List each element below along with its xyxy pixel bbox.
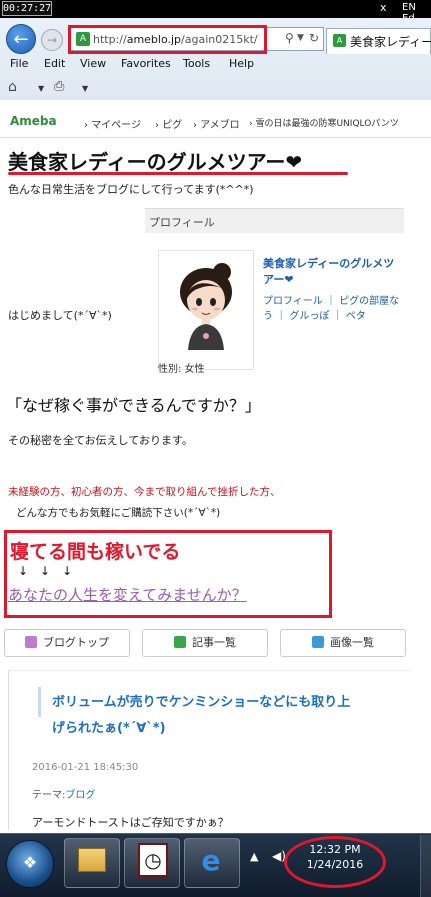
folder-icon <box>78 848 106 872</box>
back-arrow-icon[interactable]: ← <box>6 24 36 54</box>
pages-icon <box>174 636 186 648</box>
print-icon[interactable]: ⎙ <box>54 80 72 94</box>
print-dropdown-icon[interactable]: ▼ <box>82 84 88 93</box>
invite-text: どんな方でもお気軽にご購読下さい(*´∀`*) <box>16 507 221 519</box>
menu-file[interactable]: File <box>10 57 28 70</box>
recorder-bar <box>0 0 431 18</box>
greeting-text: はじめまして(*´∀`*) <box>8 309 112 322</box>
nav-news[interactable]: › 雪の日は最強の防寒UNIQLOパンツ <box>249 116 399 129</box>
close-icon[interactable]: x <box>380 2 392 14</box>
camera-icon <box>312 636 324 648</box>
blog-top-button[interactable]: ブログトップ <box>4 629 130 657</box>
nav-pigg[interactable]: › ピグ <box>155 116 182 131</box>
nav-pigg-label: ピグ <box>162 120 183 131</box>
article-list-label: 記事一覧 <box>192 636 236 649</box>
nav-ameblo-label: アメブロ <box>200 120 240 131</box>
profile-links[interactable]: プロフィール ｜ ピグの部屋なう ｜ グルっぽ ｜ ペタ <box>263 294 403 324</box>
article-theme: テーマ:ブログ <box>32 786 95 801</box>
profile-gender: 性別: 女性 <box>158 364 205 375</box>
tray-expand-icon[interactable]: ▲ <box>250 850 258 863</box>
home-icon[interactable]: ⌂ <box>8 80 24 94</box>
menu-favorites[interactable]: Favorites <box>121 57 171 70</box>
blog-top-label: ブログトップ <box>43 636 109 649</box>
tab-favicon-icon: A <box>333 34 346 47</box>
blog-subtitle: 色んな日常生活をブログにして行ってます(*^^*) <box>8 183 254 196</box>
article-title-bar <box>38 687 41 717</box>
internet-explorer-icon: e <box>201 844 221 877</box>
search-icon[interactable]: ⚲ <box>285 31 294 45</box>
show-desktop-button[interactable] <box>420 835 431 897</box>
article-title-link[interactable]: ボリュームが売りでケンミンショーなどにも取り上げられたぁ(*´∀`*) <box>52 690 352 742</box>
nav-news-label: 雪の日は最強の防寒UNIQLOパンツ <box>255 119 399 129</box>
article-list-button[interactable]: 記事一覧 <box>142 629 268 657</box>
theme-label: テーマ: <box>32 790 66 801</box>
change-life-link[interactable]: あなたの人生を変えてみませんか？ <box>8 584 247 605</box>
windows-flag-icon: ❖ <box>22 853 38 872</box>
menu-tools[interactable]: Tools <box>183 57 210 70</box>
avatar[interactable] <box>170 262 242 350</box>
profile-name-link[interactable]: 美食家レディーのグルメツアー❤ <box>263 256 403 288</box>
article-date: 2016-01-21 18:45:30 <box>32 762 139 773</box>
article-body: アーモンドトーストはご存知ですかぁ？ <box>32 816 229 829</box>
clock-circle-annotation <box>284 836 386 888</box>
clock-icon: ◷ <box>138 843 168 877</box>
chevron-down-icon[interactable]: ▼ <box>297 33 304 43</box>
image-list-button[interactable]: 画像一覧 <box>280 629 406 657</box>
menu-bar: File Edit View Favorites Tools Help <box>0 57 431 75</box>
menu-help[interactable]: Help <box>229 57 254 70</box>
ameba-logo[interactable]: Ameba <box>10 114 57 128</box>
blog-title[interactable]: 美食家レディーのグルメツアー❤ <box>8 146 302 175</box>
url-highlight-annotation <box>68 25 267 54</box>
menu-view[interactable]: View <box>80 57 106 70</box>
target-audience-text: 未経験の方、初心者の方、今まで取り組んで挫折した方、 <box>8 486 281 498</box>
theme-link[interactable]: ブログ <box>65 790 95 801</box>
down-arrows: ↓↓↓ <box>18 564 85 578</box>
secret-text: その秘密を全てお伝えしております。 <box>8 434 193 447</box>
recording-timer: 00:27:27 <box>2 1 52 16</box>
nav-mypage-label: マイページ <box>91 120 141 131</box>
promo-heading: 寝てる間も稼いでる <box>10 541 181 563</box>
menu-edit[interactable]: Edit <box>44 57 65 70</box>
forward-arrow-icon[interactable]: → <box>41 29 63 51</box>
tab-title[interactable]: 美食家レディー <box>350 33 431 50</box>
title-underline-annotation <box>8 172 348 175</box>
profile-label: プロフィール <box>149 216 215 229</box>
document-icon <box>25 636 37 648</box>
nav-mypage[interactable]: › マイページ <box>84 116 141 131</box>
image-list-label: 画像一覧 <box>330 636 374 649</box>
refresh-icon[interactable]: ↻ <box>309 31 319 45</box>
question-heading: 「なぜ稼ぐ事ができるんですか？」 <box>6 396 261 415</box>
home-dropdown-icon[interactable]: ▼ <box>38 84 44 93</box>
nav-ameblo[interactable]: › アメブロ <box>193 116 240 131</box>
